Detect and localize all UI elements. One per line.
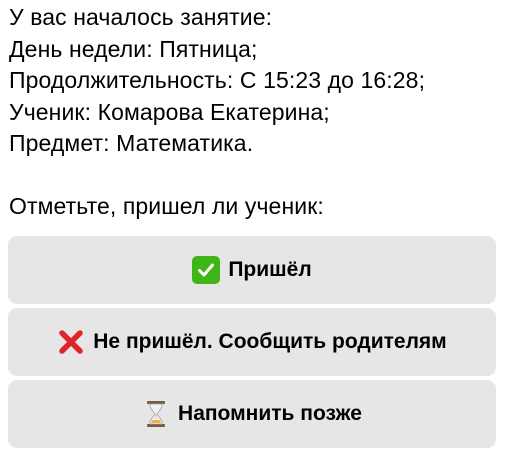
absent-notify-parents-button[interactable]: Не пришёл. Сообщить родителям bbox=[8, 308, 496, 376]
remind-later-button[interactable]: Напомнить позже bbox=[8, 380, 496, 448]
hourglass-icon bbox=[142, 400, 170, 428]
absent-notify-parents-button-label: Не пришёл. Сообщить родителям bbox=[93, 330, 447, 353]
message-spacer bbox=[9, 160, 504, 192]
attended-button-label: Пришёл bbox=[228, 258, 312, 281]
attendance-prompt: Отметьте, пришел ли ученик: bbox=[9, 193, 324, 219]
message-line-subject: Предмет: Математика. bbox=[9, 130, 254, 156]
check-mark-icon bbox=[192, 256, 221, 284]
message-line-duration: Продолжительность: С 15:23 до 16:28; bbox=[9, 67, 426, 93]
lesson-message: У вас началось занятие: День недели: Пят… bbox=[9, 2, 504, 223]
attendance-buttons: Пришёл Не пришёл. Сообщить родителям Нап… bbox=[8, 236, 496, 452]
remind-later-button-label: Напомнить позже bbox=[178, 402, 362, 425]
message-line-weekday: День недели: Пятница; bbox=[9, 35, 258, 62]
message-line-lesson-started: У вас началось занятие: bbox=[9, 4, 273, 30]
attended-button[interactable]: Пришёл bbox=[8, 236, 496, 304]
cross-mark-icon bbox=[57, 328, 85, 356]
message-line-student: Ученик: Комарова Екатерина; bbox=[9, 98, 330, 125]
